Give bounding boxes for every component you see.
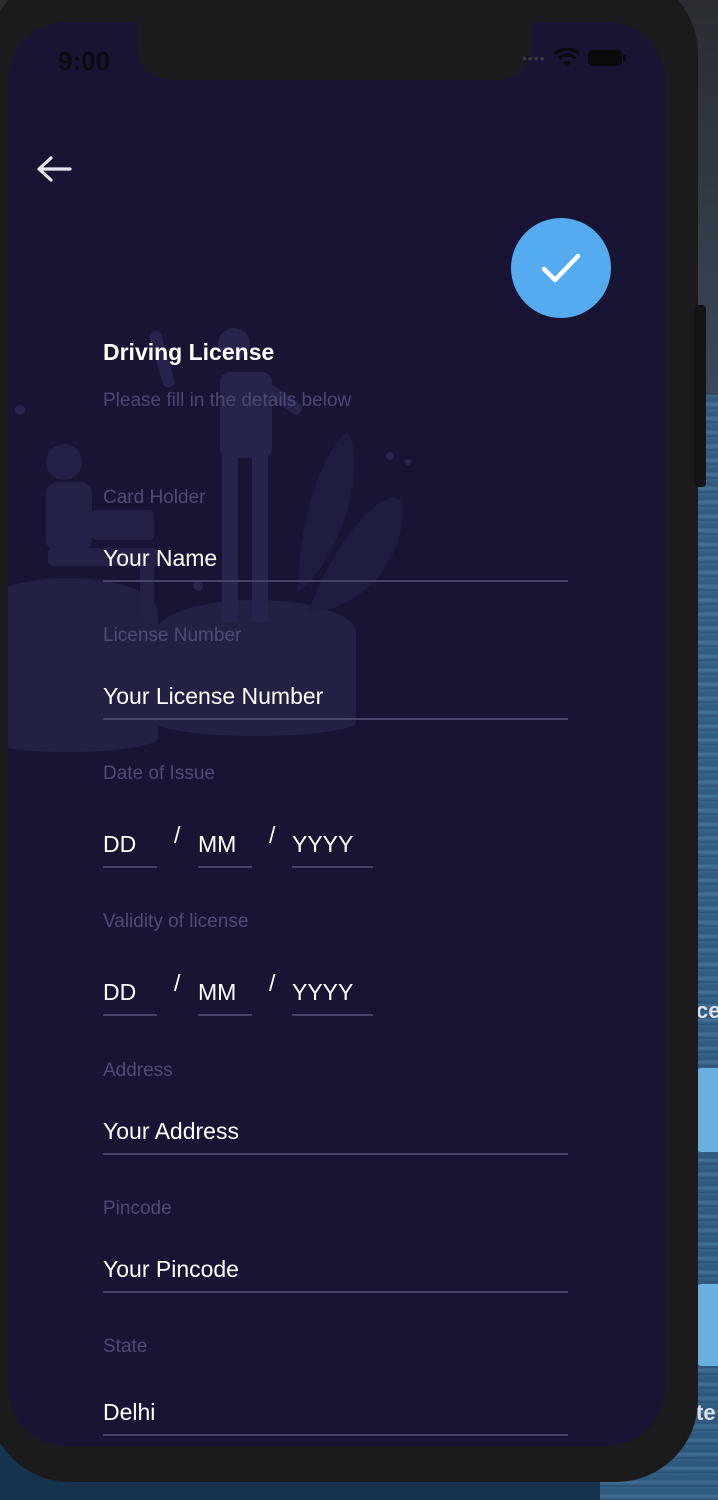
state-label: State xyxy=(103,1336,148,1357)
issue-year-input[interactable] xyxy=(292,822,373,868)
background-app-text: ce xyxy=(696,998,718,1023)
address-label: Address xyxy=(103,1060,173,1081)
page-title: Driving License xyxy=(103,339,275,365)
pincode-input[interactable] xyxy=(103,1247,568,1293)
card-holder-label: Card Holder xyxy=(103,487,206,508)
status-time: 9:00 xyxy=(58,46,111,76)
phone-side-button xyxy=(694,305,706,487)
phone-notch xyxy=(137,22,532,80)
validity-day-input[interactable] xyxy=(103,970,157,1016)
status-icons: •••• xyxy=(522,48,626,68)
arrow-left-icon xyxy=(37,156,72,182)
card-holder-input[interactable] xyxy=(103,536,568,582)
background-app-text: te xyxy=(696,1400,716,1425)
license-number-input[interactable] xyxy=(103,674,568,720)
pincode-label: Pincode xyxy=(103,1198,172,1219)
validity-label: Validity of license xyxy=(103,911,249,932)
address-input[interactable] xyxy=(103,1109,568,1155)
date-separator: / xyxy=(269,822,276,848)
issue-month-input[interactable] xyxy=(198,822,252,868)
date-of-issue-label: Date of Issue xyxy=(103,763,215,784)
validity-month-input[interactable] xyxy=(198,970,252,1016)
page-subtitle: Please fill in the details below xyxy=(103,390,352,411)
date-separator: / xyxy=(174,822,181,848)
checkmark-icon xyxy=(541,253,581,283)
license-number-label: License Number xyxy=(103,625,242,646)
signal-icon: •••• xyxy=(522,50,546,66)
battery-icon xyxy=(587,50,626,66)
back-button[interactable] xyxy=(34,152,74,186)
date-separator: / xyxy=(269,970,276,996)
submit-button[interactable] xyxy=(511,218,611,318)
wifi-icon xyxy=(553,48,580,67)
state-input[interactable] xyxy=(103,1390,568,1436)
issue-day-input[interactable] xyxy=(103,822,157,868)
validity-year-input[interactable] xyxy=(292,970,373,1016)
date-separator: / xyxy=(174,970,181,996)
